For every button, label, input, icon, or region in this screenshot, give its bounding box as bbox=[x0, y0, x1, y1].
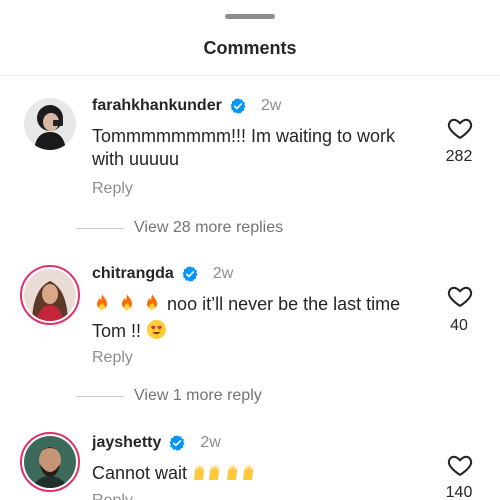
header-divider bbox=[0, 75, 500, 76]
username[interactable]: jayshetty bbox=[92, 434, 161, 452]
avatar-image bbox=[24, 269, 76, 321]
avatar-image bbox=[24, 98, 76, 150]
view-more-replies-button[interactable]: View 28 more replies bbox=[134, 219, 283, 237]
comment-timestamp: 2w bbox=[212, 265, 234, 282]
comment-text-line-2: Tom !! bbox=[92, 321, 142, 341]
comments-sheet: Comments farahkhankunder 2w Tommmmmmmm!!… bbox=[0, 0, 500, 500]
comment-header: farahkhankunder 2w bbox=[92, 95, 281, 117]
page-title: Comments bbox=[203, 38, 297, 58]
view-replies-line bbox=[76, 228, 124, 229]
avatar[interactable] bbox=[24, 98, 76, 150]
fire-emoji bbox=[142, 293, 162, 319]
reply-button[interactable]: Reply bbox=[92, 492, 133, 500]
view-replies-line bbox=[76, 396, 124, 397]
verified-badge-icon bbox=[181, 265, 199, 283]
comment-header: jayshetty 2w bbox=[92, 432, 221, 454]
username[interactable]: farahkhankunder bbox=[92, 97, 222, 115]
comment-text: Cannot wait bbox=[92, 462, 422, 488]
avatar[interactable] bbox=[20, 432, 80, 492]
heart-icon[interactable] bbox=[446, 282, 474, 310]
heart-icon[interactable] bbox=[446, 451, 474, 479]
fire-emoji bbox=[92, 293, 112, 319]
fire-emoji bbox=[117, 293, 137, 319]
comment-text: Tommmmmmmm!!! Im waiting to work with uu… bbox=[92, 126, 396, 169]
verified-badge-icon bbox=[168, 434, 186, 452]
avatar-image bbox=[24, 436, 76, 488]
raised-hands-emoji bbox=[192, 462, 262, 488]
comment-text: noo it’ll never be the last time Tom !! bbox=[92, 293, 422, 346]
comment-timestamp: 2w bbox=[260, 97, 282, 114]
avatar[interactable] bbox=[20, 265, 80, 325]
comment-timestamp: 2w bbox=[200, 434, 221, 451]
drag-handle[interactable] bbox=[225, 14, 275, 19]
like-count: 40 bbox=[450, 317, 468, 334]
like-count: 140 bbox=[445, 484, 473, 500]
like-count: 282 bbox=[445, 148, 473, 165]
heart-eyes-emoji bbox=[146, 319, 167, 346]
comment-text-line-1: noo it’ll never be the last time bbox=[167, 294, 401, 314]
heart-icon[interactable] bbox=[446, 114, 474, 142]
verified-badge-icon bbox=[229, 97, 247, 115]
comment-header: chitrangda 2w bbox=[92, 263, 233, 285]
reply-button[interactable]: Reply bbox=[92, 349, 133, 367]
view-more-replies-button[interactable]: View 1 more reply bbox=[134, 387, 262, 405]
reply-button[interactable]: Reply bbox=[92, 180, 133, 198]
comment-text-body: Cannot wait bbox=[92, 463, 188, 483]
username[interactable]: chitrangda bbox=[92, 265, 174, 283]
